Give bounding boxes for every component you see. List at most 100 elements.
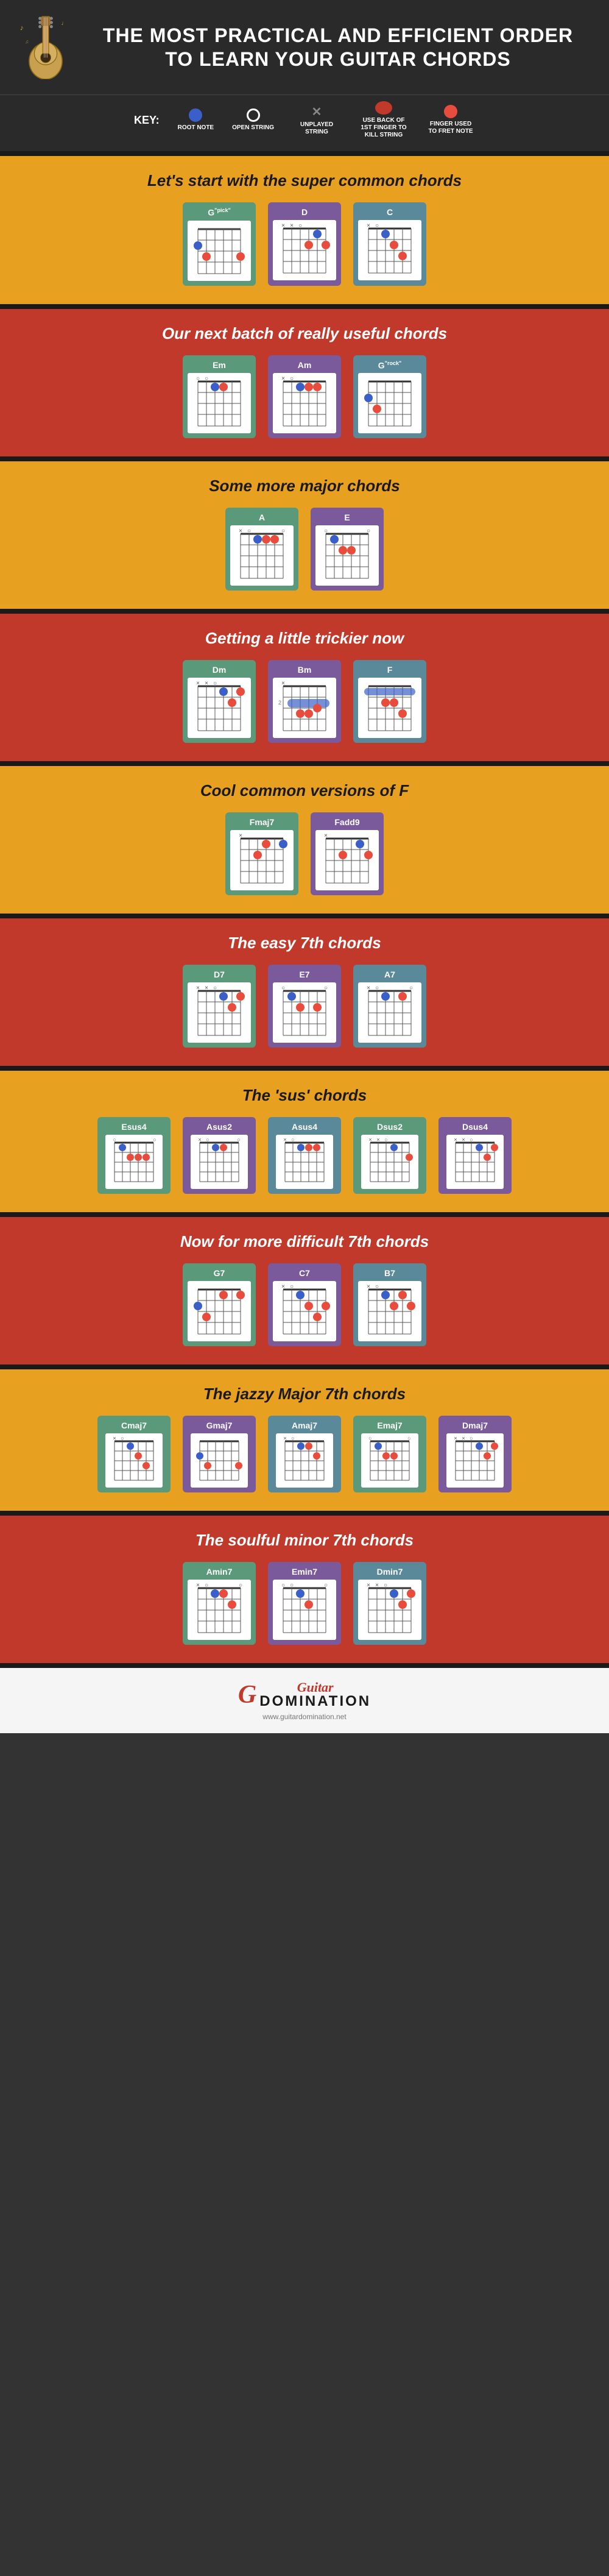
footer: G Guitar Domination www.guitardomination… — [0, 1668, 609, 1733]
chord-amaj7-label: Amaj7 — [292, 1421, 317, 1430]
section-super-common-title: Let's start with the super common chords — [18, 171, 591, 190]
chord-asus4: Asus4 × ○ — [268, 1117, 341, 1194]
key-open-label: OPEN STRING — [232, 124, 274, 132]
section-major-chords: Some more major chords A × ○ ○ — [0, 461, 609, 609]
separator-10 — [0, 1511, 609, 1516]
chord-e: E ○ ○ — [311, 508, 384, 591]
chord-f: F — [353, 660, 426, 743]
chord-fmaj7-label: Fmaj7 — [250, 817, 274, 827]
chord-e7: E7 ○ ○ — [268, 965, 341, 1048]
section-soulful-minor7: The soulful minor 7th chords Amin7 × ○ ○ — [0, 1516, 609, 1663]
separator-6 — [0, 914, 609, 918]
section-soulful-title: The soulful minor 7th chords — [18, 1531, 591, 1550]
section-difficult-7th: Now for more difficult 7th chords G7 — [0, 1217, 609, 1364]
chord-d-diagram: × × ○ — [273, 220, 336, 280]
key-item-fretNote: FINGER USED TO FRET NOTE — [426, 105, 475, 135]
chord-g-rock-label: G"rock" — [378, 360, 401, 371]
sus-chords-row: Esus4 ○ ○ — [18, 1117, 591, 1194]
section-super-common: Let's start with the super common chords… — [0, 156, 609, 304]
section-easy-7th: The easy 7th chords D7 × × ○ — [0, 918, 609, 1066]
key-item-killstring: USE BACK OF 1ST FINGER TO KILL STRING — [359, 101, 408, 139]
chord-dm-diagram: × × ○ — [188, 678, 251, 738]
chord-a7: A7 × ○ ○ — [353, 965, 426, 1048]
chord-asus2-label: Asus2 — [206, 1122, 232, 1132]
chord-asus4-diagram: × ○ — [276, 1135, 333, 1189]
chord-g7: G7 — [183, 1263, 256, 1346]
section-really-useful: Our next batch of really useful chords E… — [0, 309, 609, 457]
chord-c-diagram: × ○ — [358, 220, 421, 280]
section-major-title: Some more major chords — [18, 477, 591, 495]
section-jazzy-major7: The jazzy Major 7th chords Cmaj7 × ○ — [0, 1369, 609, 1511]
chord-dm: Dm × × ○ — [183, 660, 256, 743]
separator-1 — [0, 151, 609, 156]
section-trickier: Getting a little trickier now Dm × × ○ — [0, 614, 609, 761]
chord-d7-diagram: × × ○ — [188, 982, 251, 1043]
chord-f-diagram — [358, 678, 421, 738]
chord-bm: Bm × 2 — [268, 660, 341, 743]
footer-logo: G Guitar Domination www.guitardomination… — [12, 1680, 597, 1721]
unplayed-string-icon: ✕ — [309, 104, 324, 119]
svg-text:♫: ♫ — [25, 38, 29, 44]
separator-8 — [0, 1212, 609, 1217]
section-easy-7th-title: The easy 7th chords — [18, 934, 591, 953]
chord-esus4: Esus4 ○ ○ — [97, 1117, 171, 1194]
chord-dsus4: Dsus4 × × ○ — [438, 1117, 512, 1194]
chord-fmaj7: Fmaj7 × — [225, 812, 298, 895]
chord-em: Em ○ ○ — [183, 355, 256, 439]
footer-logo-domination: Domination — [259, 1694, 371, 1709]
key-fretnote-label: FINGER USED TO FRET NOTE — [426, 121, 475, 135]
chord-asus2-diagram: × ○ ○ — [191, 1135, 248, 1189]
key-unplayed-label: UNPLAYED STRING — [292, 121, 341, 136]
key-item-open: OPEN STRING — [232, 108, 274, 132]
footer-logo-guitar: G — [238, 1680, 256, 1709]
section-cool-f: Cool common versions of F Fmaj7 × — [0, 766, 609, 914]
chord-b7: B7 × ○ — [353, 1263, 426, 1346]
guitar-illustration: ♪ ♩ ♫ — [12, 12, 85, 82]
chord-f-label: F — [387, 665, 393, 675]
footer-logo-script: Guitar — [259, 1681, 371, 1694]
page-title: THE MOST PRACTICAL AND EFFICIENT ORDER T… — [85, 24, 591, 71]
chord-b7-label: B7 — [384, 1268, 395, 1278]
chord-c7: C7 × ○ — [268, 1263, 341, 1346]
fret-note-icon — [444, 105, 457, 118]
chord-g-pick: G"pick" — [183, 202, 256, 286]
chord-dsus2-diagram: × × ○ — [361, 1135, 418, 1189]
chord-gmaj7-diagram — [191, 1433, 248, 1488]
separator-4 — [0, 609, 609, 614]
chord-c: C × ○ — [353, 202, 426, 286]
chord-amaj7: Amaj7 × ○ — [268, 1416, 341, 1492]
chord-g7-diagram — [188, 1281, 251, 1341]
chord-a-diagram: × ○ ○ — [230, 525, 294, 586]
chord-a: A × ○ ○ — [225, 508, 298, 591]
section-really-useful-title: Our next batch of really useful chords — [18, 324, 591, 343]
chord-c-label: C — [387, 207, 393, 217]
svg-text:○: ○ — [153, 1137, 156, 1143]
chord-gmaj7-label: Gmaj7 — [206, 1421, 233, 1430]
chord-dsus2: Dsus2 × × ○ — [353, 1117, 426, 1194]
chord-asus2: Asus2 × ○ ○ — [183, 1117, 256, 1194]
key-label: KEY: — [134, 114, 160, 127]
chord-amaj7-diagram: × ○ — [276, 1433, 333, 1488]
chord-a7-diagram: × ○ ○ — [358, 982, 421, 1043]
chord-g-rock: G"rock" — [353, 355, 426, 439]
chord-emaj7-label: Emaj7 — [377, 1421, 402, 1430]
chord-dm-label: Dm — [213, 665, 227, 675]
chord-e7-label: E7 — [299, 970, 309, 979]
chord-fadd9-label: Fadd9 — [334, 817, 359, 827]
super-common-chords-row: G"pick" — [18, 202, 591, 286]
chord-dmaj7: Dmaj7 × × ○ — [438, 1416, 512, 1492]
chord-dsus4-diagram: × × ○ — [446, 1135, 504, 1189]
footer-url: www.guitardomination.net — [262, 1712, 346, 1721]
chord-a7-label: A7 — [384, 970, 395, 979]
chord-e-diagram: ○ ○ — [315, 525, 379, 586]
chord-g-rock-diagram — [358, 373, 421, 433]
chord-dmin7-diagram: × × ○ — [358, 1580, 421, 1640]
really-useful-chords-row: Em ○ ○ — [18, 355, 591, 439]
chord-esus4-diagram: ○ ○ — [105, 1135, 163, 1189]
chord-d: D × × ○ — [268, 202, 341, 286]
chord-dmin7: Dmin7 × × ○ — [353, 1562, 426, 1645]
svg-text:♪: ♪ — [20, 24, 24, 32]
chord-am: Am × ○ — [268, 355, 341, 439]
chord-g7-label: G7 — [214, 1268, 225, 1278]
key-killstring-label: USE BACK OF 1ST FINGER TO KILL STRING — [359, 117, 408, 139]
